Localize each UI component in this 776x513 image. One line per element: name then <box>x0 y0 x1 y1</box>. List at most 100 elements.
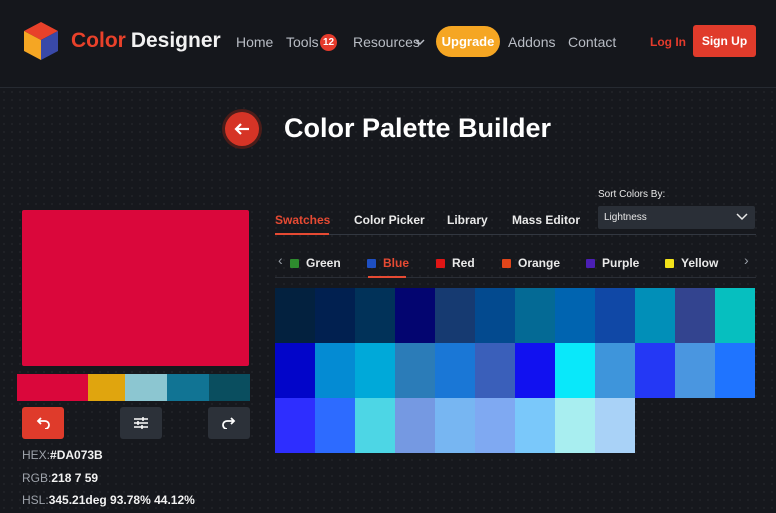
palette-strip-color[interactable] <box>209 374 250 401</box>
tab-library[interactable]: Library <box>447 213 488 227</box>
color-swatch[interactable] <box>555 343 595 398</box>
color-swatch[interactable] <box>275 398 315 453</box>
sort-value: Lightness <box>604 212 647 223</box>
hex-label: HEX: <box>22 448 51 462</box>
chevron-down-icon <box>415 39 425 46</box>
color-swatch[interactable] <box>515 288 555 343</box>
color-swatch[interactable] <box>275 343 315 398</box>
yellow-swatch-icon <box>665 258 674 268</box>
color-swatch[interactable] <box>395 398 435 453</box>
filter-next-arrow-icon[interactable]: › <box>744 252 749 268</box>
filter-purple[interactable]: Purple <box>586 256 639 270</box>
redo-icon <box>222 417 236 429</box>
color-swatch[interactable] <box>275 288 315 343</box>
undo-icon <box>36 417 50 429</box>
filter-yellow[interactable]: Yellow <box>665 256 718 270</box>
tab-swatches[interactable]: Swatches <box>275 213 330 227</box>
palette-strip-color[interactable] <box>17 374 88 401</box>
color-swatch[interactable] <box>435 343 475 398</box>
color-swatch[interactable] <box>315 288 355 343</box>
arrow-left-icon <box>234 123 249 135</box>
tabs-divider <box>275 234 756 235</box>
palette-strip-color[interactable] <box>88 374 125 401</box>
upgrade-button[interactable]: Upgrade <box>436 26 500 57</box>
hsl-readout: HSL:345.21deg 93.78% 44.12% <box>22 493 195 507</box>
nav-contact[interactable]: Contact <box>568 34 616 50</box>
color-swatch[interactable] <box>395 343 435 398</box>
blue-swatch-icon <box>367 258 376 268</box>
color-swatch[interactable] <box>355 288 395 343</box>
color-swatch[interactable] <box>435 288 475 343</box>
filter-label: Green <box>306 256 341 270</box>
swatch-grid <box>275 288 756 454</box>
color-swatch[interactable] <box>595 288 635 343</box>
signup-button[interactable]: Sign Up <box>693 25 756 57</box>
color-swatch[interactable] <box>635 343 675 398</box>
filter-label: Red <box>452 256 475 270</box>
filter-prev-arrow-icon[interactable]: ‹ <box>278 252 283 268</box>
color-swatch[interactable] <box>515 343 555 398</box>
color-swatch[interactable] <box>715 343 755 398</box>
nav-tools[interactable]: Tools <box>286 34 319 50</box>
filter-green[interactable]: Green <box>290 256 341 270</box>
rgb-readout: RGB:218 7 59 <box>22 471 98 485</box>
nav-addons[interactable]: Addons <box>508 34 555 50</box>
palette-strip-color[interactable] <box>125 374 167 401</box>
rgb-label: RGB: <box>22 471 52 485</box>
adjust-button[interactable] <box>120 407 162 439</box>
color-swatch[interactable] <box>595 343 635 398</box>
cube-logo-icon[interactable] <box>22 20 60 62</box>
sliders-icon <box>134 417 148 429</box>
nav-resources[interactable]: Resources <box>353 34 420 50</box>
back-button[interactable] <box>225 112 259 146</box>
color-swatch[interactable] <box>315 343 355 398</box>
color-swatch[interactable] <box>435 398 475 453</box>
color-swatch[interactable] <box>555 398 595 453</box>
color-swatch[interactable] <box>355 398 395 453</box>
color-swatch[interactable] <box>475 398 515 453</box>
tab-color-picker[interactable]: Color Picker <box>354 213 425 227</box>
color-swatch[interactable] <box>515 398 555 453</box>
filter-red[interactable]: Red <box>436 256 475 270</box>
tab-mass-editor[interactable]: Mass Editor <box>512 213 580 227</box>
filter-label: Orange <box>518 256 561 270</box>
color-swatch[interactable] <box>635 288 675 343</box>
color-swatch[interactable] <box>475 288 515 343</box>
color-swatch[interactable] <box>675 343 715 398</box>
undo-button[interactable] <box>22 407 64 439</box>
hex-value: #DA073B <box>50 448 103 462</box>
tools-count-badge: 12 <box>320 34 337 51</box>
brand-name[interactable]: Color Designer <box>71 29 221 53</box>
hsl-label: HSL: <box>22 493 49 507</box>
filter-label: Yellow <box>681 256 719 270</box>
green-swatch-icon <box>290 258 299 268</box>
brand-part-color: Color <box>71 29 126 52</box>
red-swatch-icon <box>436 258 445 268</box>
current-color-preview <box>22 210 249 366</box>
sort-select[interactable]: Lightness <box>598 206 755 229</box>
redo-button[interactable] <box>208 407 250 439</box>
filter-label: Purple <box>602 256 640 270</box>
orange-swatch-icon <box>502 258 511 268</box>
color-swatch[interactable] <box>715 288 755 343</box>
active-tab-indicator <box>275 233 329 235</box>
color-swatch[interactable] <box>475 343 515 398</box>
page-title: Color Palette Builder <box>284 113 552 143</box>
hex-readout: HEX:#DA073B <box>22 448 103 462</box>
color-swatch[interactable] <box>675 288 715 343</box>
filter-orange[interactable]: Orange <box>502 256 560 270</box>
color-swatch[interactable] <box>395 288 435 343</box>
login-link[interactable]: Log In <box>650 35 686 49</box>
active-filter-indicator <box>368 276 406 278</box>
color-swatch[interactable] <box>315 398 355 453</box>
purple-swatch-icon <box>586 258 595 268</box>
nav-home[interactable]: Home <box>236 34 273 50</box>
rgb-value: 218 7 59 <box>51 471 99 485</box>
filter-label: Blue <box>383 256 410 270</box>
color-swatch[interactable] <box>355 343 395 398</box>
navbar: Color Designer Home Tools 12 Resources Up… <box>0 0 776 88</box>
color-swatch[interactable] <box>555 288 595 343</box>
palette-strip-color[interactable] <box>167 374 209 401</box>
filter-blue[interactable]: Blue <box>367 256 409 270</box>
color-swatch[interactable] <box>595 398 635 453</box>
